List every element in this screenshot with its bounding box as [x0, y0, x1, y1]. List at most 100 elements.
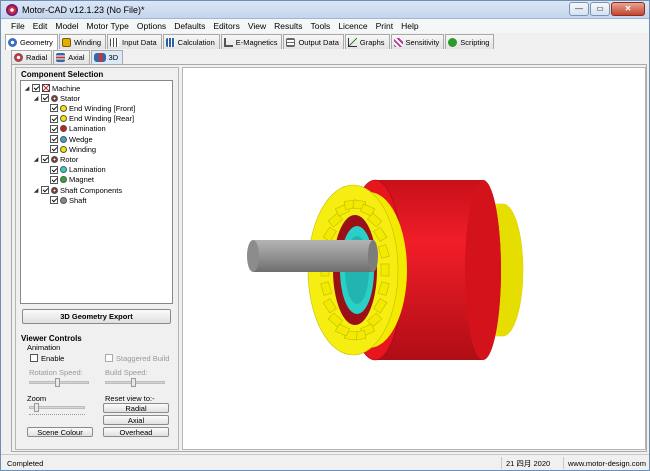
tree-item-checkbox[interactable] [50, 114, 58, 123]
tab-label: Scripting [460, 37, 490, 47]
tab-calculation[interactable]: Calculation [162, 34, 220, 49]
component-gear-icon [51, 186, 58, 194]
menu-editors[interactable]: Editors [209, 21, 243, 31]
menu-model[interactable]: Model [51, 21, 82, 31]
tree-item[interactable]: Lamination [42, 124, 106, 134]
3d-viewer[interactable] [182, 67, 646, 450]
build-speed-slider-thumb [131, 378, 136, 387]
close-button[interactable]: ✕ [611, 2, 645, 16]
rotation-speed-label: Rotation Speed: [29, 368, 83, 377]
expand-arrow-icon[interactable]: ◢ [33, 95, 39, 102]
tab-label: Axial [68, 53, 85, 62]
tree-item[interactable]: ◢ Machine [24, 83, 81, 93]
expand-arrow-icon[interactable]: ◢ [33, 156, 39, 163]
tree-item[interactable]: Wedge [42, 134, 93, 144]
menu-results[interactable]: Results [270, 21, 306, 31]
tree-item[interactable]: Shaft [42, 195, 87, 205]
menu-defaults[interactable]: Defaults [170, 21, 209, 31]
scene-colour-button[interactable]: Scene Colour [27, 427, 93, 437]
tree-item-label: Wedge [69, 134, 93, 144]
color-dot-icon [60, 115, 67, 123]
tab-sensitivity[interactable]: Sensitivity [390, 34, 445, 49]
tab-graphs[interactable]: Graphs [344, 34, 390, 49]
calculation-icon [165, 37, 175, 47]
status-website: www.motor-design.com [563, 457, 646, 469]
shaft-rotor-face [368, 240, 378, 272]
tab-geometry[interactable]: Geometry [5, 34, 58, 50]
3d-motor-model[interactable] [183, 68, 647, 451]
tab-label: Input Data [122, 37, 157, 47]
menu-view[interactable]: View [244, 21, 270, 31]
tab-label: Sensitivity [405, 37, 440, 47]
tree-item[interactable]: End Winding [Rear] [42, 114, 134, 124]
3d-geometry-export-button[interactable]: 3D Geometry Export [22, 309, 171, 324]
tree-item-label: End Winding [Front] [69, 103, 136, 113]
tree-item[interactable]: ◢ Stator [33, 93, 80, 103]
tree-item[interactable]: End Winding [Front] [42, 103, 135, 113]
stator-lamination-rear-face [465, 180, 501, 360]
window-controls: — ▭ ✕ [569, 2, 645, 16]
maximize-button[interactable]: ▭ [590, 2, 610, 16]
menu-motor-type[interactable]: Motor Type [83, 21, 133, 31]
tree-item-checkbox[interactable] [50, 145, 58, 154]
staggered-build-label: Staggered Build [116, 354, 170, 363]
tab-radial[interactable]: Radial [11, 50, 53, 64]
tree-item-label: End Winding [Rear] [69, 114, 135, 124]
menu-help[interactable]: Help [397, 21, 422, 31]
tree-item[interactable]: Lamination [42, 165, 106, 175]
menu-edit[interactable]: Edit [29, 21, 52, 31]
menu-options[interactable]: Options [133, 21, 170, 31]
tab-input-data[interactable]: Input Data [107, 34, 162, 49]
expand-arrow-icon[interactable]: ◢ [33, 187, 39, 194]
tree-item-checkbox[interactable] [50, 165, 58, 174]
tab-3d[interactable]: 3D [90, 50, 124, 64]
expand-arrow-icon[interactable]: ◢ [24, 85, 30, 92]
zoom-slider-ticks [29, 414, 85, 416]
tree-item[interactable]: ◢ Shaft Components [33, 185, 122, 195]
color-dot-icon [60, 125, 67, 133]
tab-e-magnetics[interactable]: E-Magnetics [220, 34, 283, 49]
tab-winding[interactable]: Winding [58, 34, 107, 49]
machine-icon [42, 84, 50, 92]
tree-item-checkbox[interactable] [50, 175, 58, 184]
menu-print[interactable]: Print [372, 21, 397, 31]
tree-item-checkbox[interactable] [50, 124, 58, 133]
output-data-icon [286, 37, 296, 47]
component-gear-icon [51, 155, 58, 163]
tree-item[interactable]: Magnet [42, 175, 94, 185]
menu-tools[interactable]: Tools [306, 21, 334, 31]
tab-output-data[interactable]: Output Data [283, 34, 344, 49]
tree-item-label: Winding [69, 144, 97, 154]
reset-radial-button[interactable]: Radial [103, 403, 169, 413]
geometry-icon [8, 38, 17, 47]
tab-label: Radial [26, 53, 48, 62]
reset-axial-button[interactable]: Axial [103, 415, 169, 425]
tree-item-checkbox[interactable] [50, 196, 58, 205]
graphs-icon [347, 37, 357, 47]
tree-item-checkbox[interactable] [41, 155, 49, 164]
menu-file[interactable]: File [7, 21, 29, 31]
title-bar: Motor-CAD v12.1.23 (No File)* — ▭ ✕ [1, 1, 649, 19]
staggered-build-checkbox [105, 354, 113, 362]
tree-item-checkbox[interactable] [41, 186, 49, 194]
reset-overhead-button[interactable]: Overhead [103, 427, 169, 437]
tab-axial[interactable]: Axial [53, 50, 90, 64]
minimize-button[interactable]: — [569, 2, 589, 16]
menu-licence[interactable]: Licence [334, 21, 371, 31]
enable-checkbox[interactable] [30, 354, 38, 362]
tree-item[interactable]: Winding [42, 144, 96, 154]
enable-label: Enable [41, 354, 65, 363]
tree-item[interactable]: ◢ Rotor [33, 154, 79, 164]
tab-scripting[interactable]: Scripting [445, 34, 495, 49]
zoom-slider-thumb[interactable] [34, 403, 39, 412]
winding-icon [61, 37, 71, 47]
tree-item-checkbox[interactable] [32, 84, 40, 92]
build-speed-label: Build Speed: [105, 368, 148, 377]
tree-item-checkbox[interactable] [50, 135, 58, 143]
main-tab-bar: Geometry Winding Input Data Calculation … [5, 34, 495, 50]
component-tree[interactable]: ◢ Machine ◢ Stator End Winding [Front] End Wi… [20, 80, 173, 304]
3d-icon [93, 53, 106, 62]
tree-item-checkbox[interactable] [50, 104, 58, 113]
window-title: Motor-CAD v12.1.23 (No File)* [22, 5, 145, 15]
tree-item-checkbox[interactable] [41, 94, 49, 103]
